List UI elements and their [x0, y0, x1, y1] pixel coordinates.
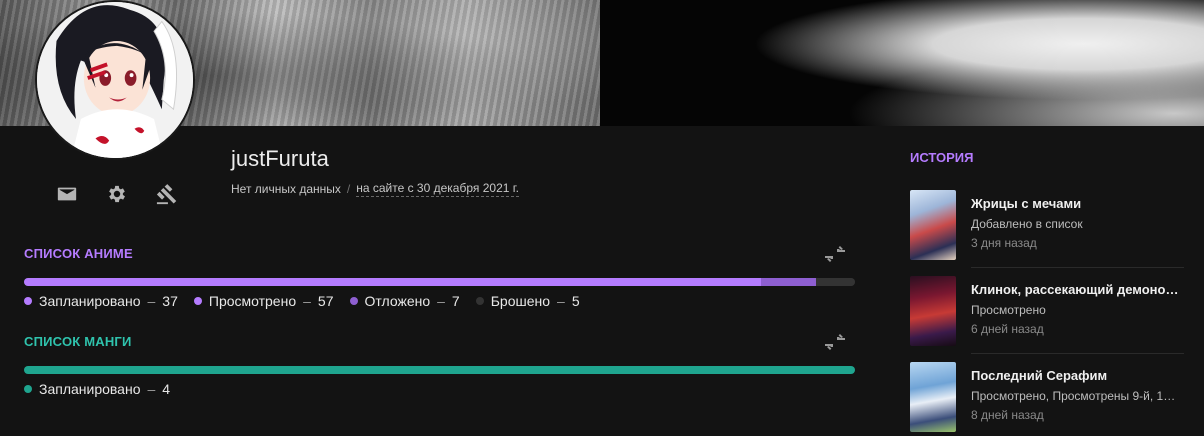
history-poster[interactable]: [910, 190, 956, 260]
history-item-title[interactable]: Жрицы с мечами: [971, 196, 1181, 211]
history-item-time: 6 дней назад: [971, 322, 1044, 336]
history-title[interactable]: ИСТОРИЯ: [910, 150, 974, 165]
manga-progress-bar: [24, 366, 855, 374]
history-item-status: Просмотрено, Просмотрены 9-й, 10-й, 11-й…: [971, 389, 1181, 403]
legend-count: 37: [162, 293, 178, 309]
history-item-status: Просмотрено: [971, 303, 1046, 317]
legend-item[interactable]: Запланировано –37: [24, 293, 178, 309]
history-item-time: 8 дней назад: [971, 408, 1044, 422]
cover-image-right: [600, 0, 1204, 126]
history-item-title[interactable]: Клинок, рассекающий демонов: Квартал кра…: [971, 282, 1181, 297]
history-item[interactable]: Клинок, рассекающий демонов: Квартал кра…: [910, 276, 1184, 352]
legend-label: Брошено: [490, 293, 551, 309]
legend-dash: –: [557, 293, 565, 309]
manga-list-title[interactable]: СПИСОК МАНГИ: [24, 334, 132, 349]
legend-dot: [349, 297, 358, 305]
legend-label: Просмотрено: [208, 293, 297, 309]
legend-count: 4: [162, 381, 171, 397]
member-since[interactable]: на сайте с 30 декабря 2021 г.: [356, 181, 519, 197]
collapse-icon[interactable]: [823, 244, 847, 264]
legend-count: 57: [317, 293, 334, 309]
progress-segment: [815, 278, 855, 286]
progress-segment: [760, 278, 816, 286]
legend-dot: [24, 385, 32, 393]
meta-separator: /: [346, 182, 351, 196]
history-item-title[interactable]: Последний Серафим: [971, 368, 1181, 383]
legend-dash: –: [303, 293, 311, 309]
avatar-illustration: [37, 2, 193, 158]
history-item-status: Добавлено в список: [971, 217, 1083, 231]
legend-dash: –: [147, 293, 156, 309]
history-item-time: 3 дня назад: [971, 236, 1037, 250]
history-poster[interactable]: [910, 362, 956, 432]
legend-item[interactable]: Просмотрено –57: [193, 293, 334, 309]
legend-item[interactable]: Запланировано –4: [24, 381, 170, 397]
profile-meta: Нет личных данных / на сайте с 30 декабр…: [231, 181, 519, 197]
legend-count: 5: [571, 293, 580, 309]
legend-item[interactable]: Брошено –5: [475, 293, 580, 309]
username: justFuruta: [231, 146, 329, 171]
legend-label: Отложено: [364, 293, 431, 309]
history-item[interactable]: Последний Серафим Просмотрено, Просмотре…: [910, 362, 1184, 436]
progress-segment: [24, 366, 855, 374]
divider: [971, 353, 1184, 354]
anime-progress-bar: [24, 278, 855, 286]
collapse-icon[interactable]: [823, 332, 847, 352]
legend-label: Запланировано: [39, 381, 141, 397]
manga-legend: Запланировано –4: [24, 381, 170, 397]
legend-dot: [24, 297, 32, 305]
legend-count: 7: [451, 293, 460, 309]
progress-segment: [314, 278, 761, 286]
legend-dash: –: [437, 293, 445, 309]
legend-dot: [475, 297, 484, 305]
avatar[interactable]: [35, 0, 195, 160]
legend-dash: –: [147, 381, 156, 397]
mail-icon[interactable]: [55, 182, 79, 206]
personal-data-text: Нет личных данных: [231, 182, 341, 196]
gear-icon[interactable]: [105, 182, 129, 206]
legend-dot: [193, 297, 202, 305]
anime-legend: Запланировано –37 Просмотрено –57 Отложено –7…: [24, 293, 580, 309]
history-item[interactable]: Жрицы с мечами Добавлено в список 3 дня …: [910, 190, 1184, 266]
gavel-icon[interactable]: [155, 182, 179, 206]
progress-segment: [24, 278, 315, 286]
legend-label: Запланировано: [39, 293, 141, 309]
profile-actions: [55, 182, 179, 206]
anime-list-title[interactable]: СПИСОК АНИМЕ: [24, 246, 133, 261]
history-poster[interactable]: [910, 276, 956, 346]
legend-item[interactable]: Отложено –7: [349, 293, 460, 309]
divider: [971, 267, 1184, 268]
